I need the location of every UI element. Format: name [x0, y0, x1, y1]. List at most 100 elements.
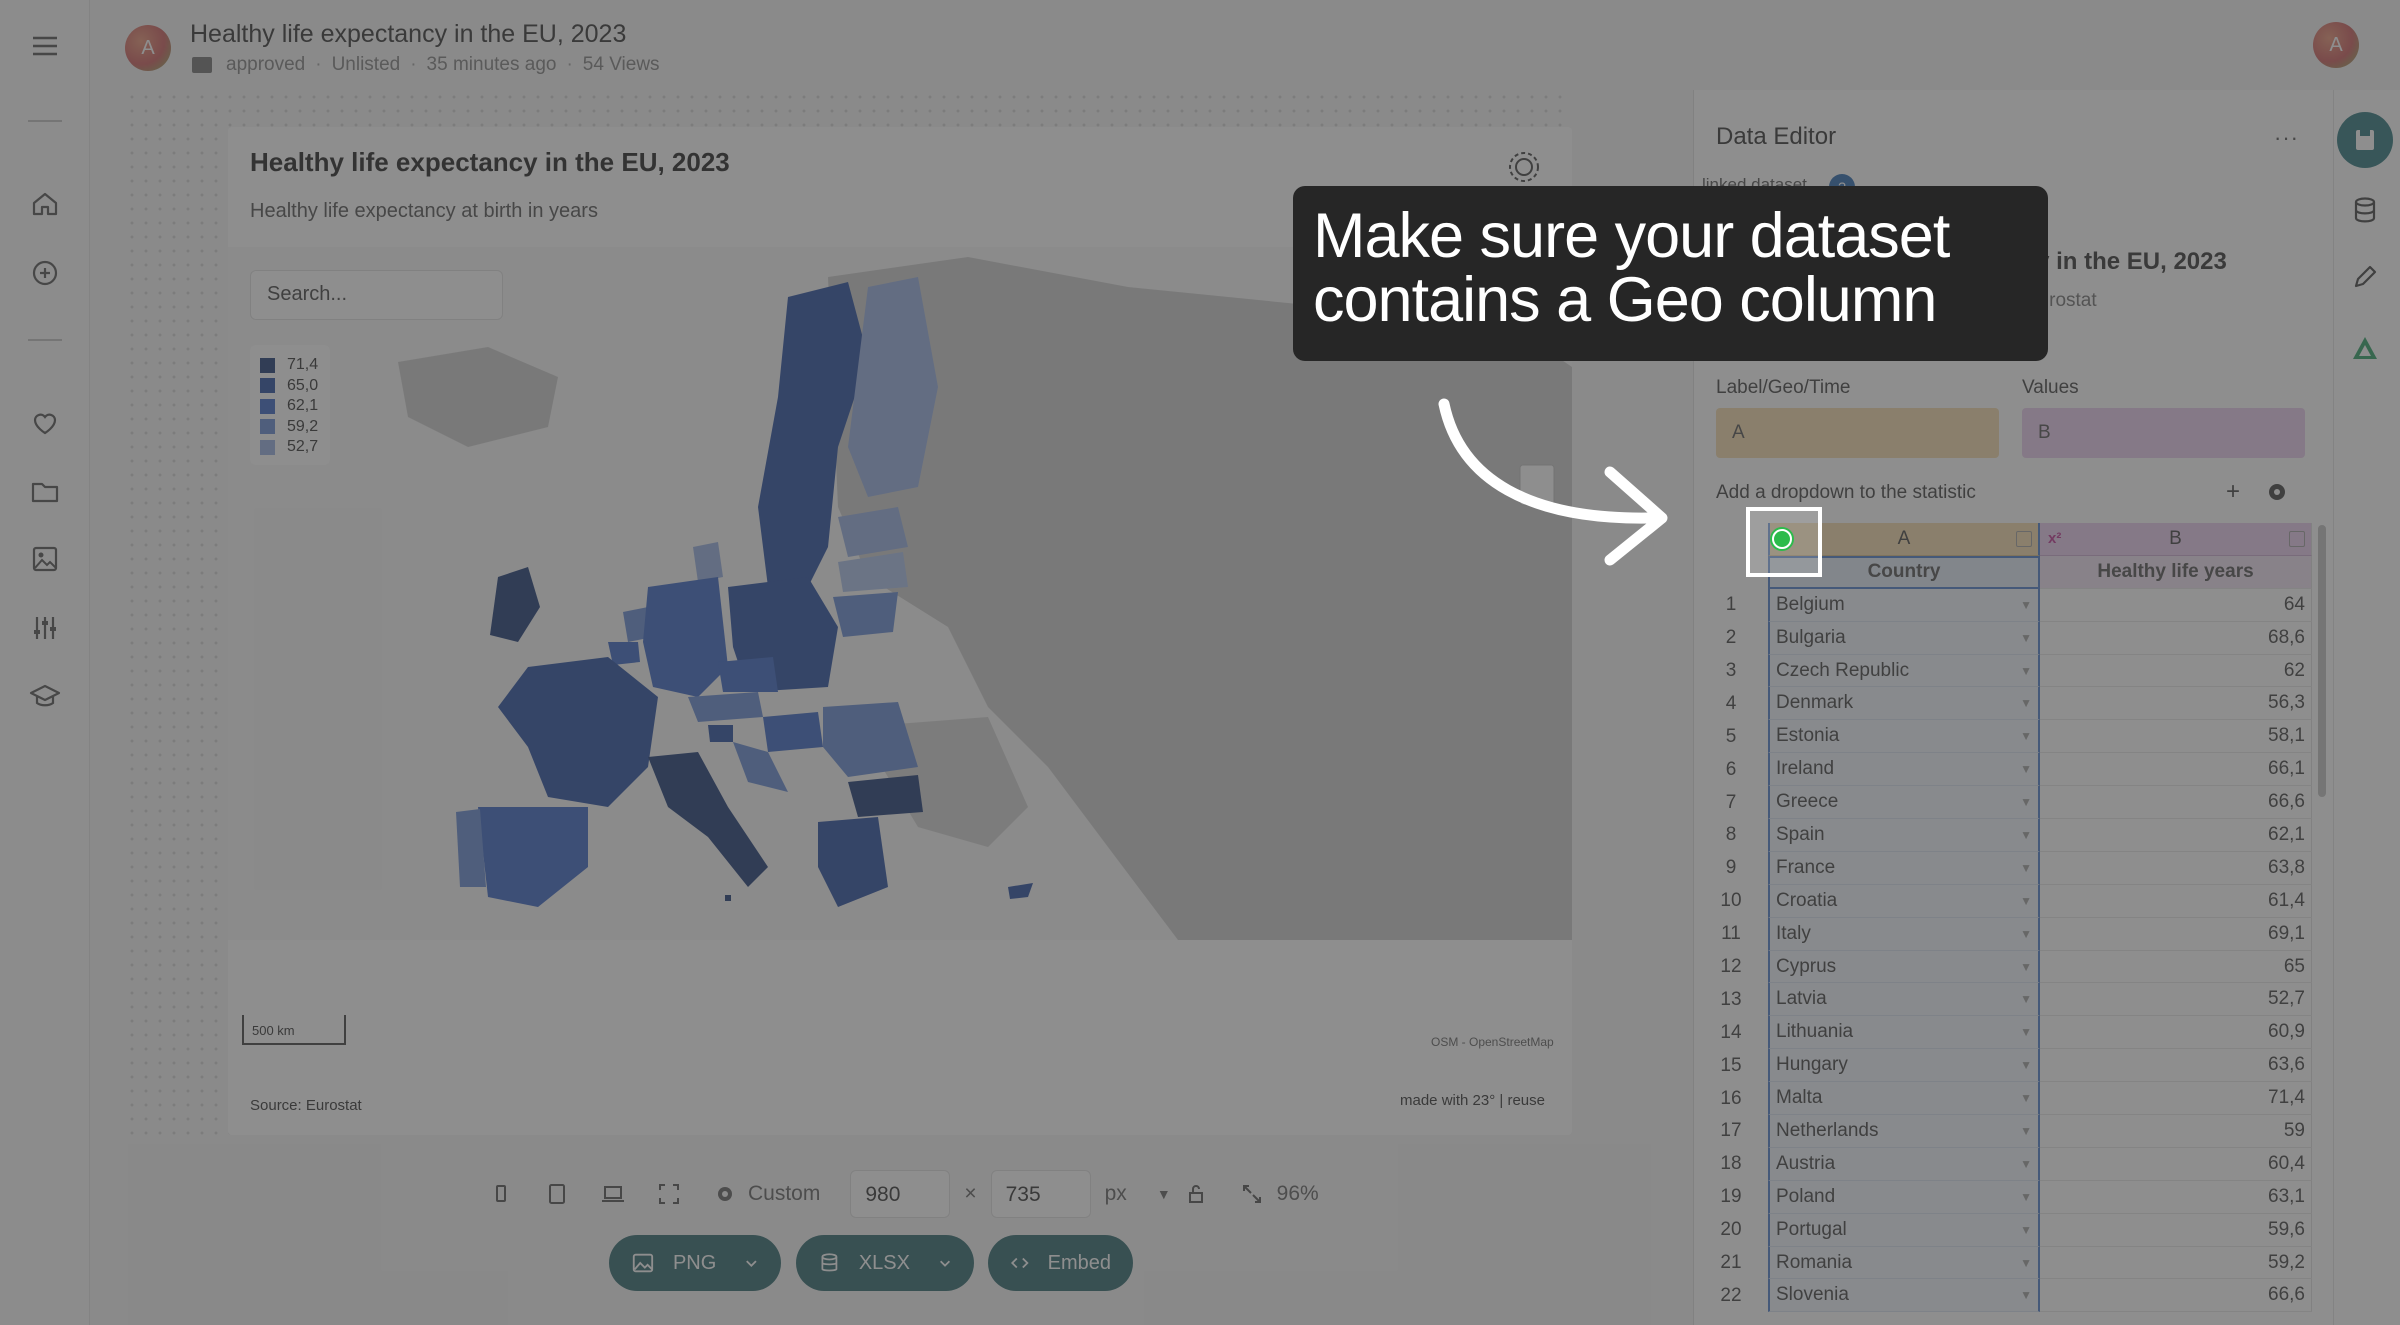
fullscreen-icon[interactable]	[656, 1181, 682, 1207]
chevron-down-icon[interactable]: ▼	[2020, 795, 2032, 809]
row-number[interactable]: 3	[1694, 660, 1768, 682]
value-cell[interactable]: 56,3	[2040, 687, 2312, 721]
country-cell[interactable]: Slovenia ▼	[1768, 1279, 2040, 1313]
row-number[interactable]: 14	[1694, 1022, 1768, 1044]
country-cell[interactable]: Malta ▼	[1768, 1082, 2040, 1116]
row-number[interactable]: 12	[1694, 956, 1768, 978]
embed-button[interactable]: Embed	[988, 1235, 1133, 1291]
size-preset-label[interactable]: Custom	[748, 1182, 820, 1206]
row-number[interactable]: 18	[1694, 1153, 1768, 1175]
data-grid[interactable]: A x² B Country Healthy life years 1 Belgiu…	[1694, 523, 2312, 1313]
zoom-icon[interactable]	[1239, 1181, 1265, 1207]
row-number[interactable]: 10	[1694, 890, 1768, 912]
country-cell[interactable]: Croatia ▼	[1768, 884, 2040, 918]
author-avatar[interactable]: A	[125, 25, 171, 71]
chevron-down-icon[interactable]	[744, 1255, 759, 1271]
unit-label[interactable]: px	[1105, 1182, 1127, 1206]
user-avatar[interactable]: A	[2313, 22, 2359, 68]
chevron-down-icon[interactable]: ▼	[2020, 828, 2032, 842]
triangle-icon[interactable]	[2350, 333, 2380, 363]
image-icon[interactable]	[27, 541, 63, 577]
row-number[interactable]: 8	[1694, 824, 1768, 846]
chevron-down-icon[interactable]: ▼	[2020, 1190, 2032, 1204]
tablet-icon[interactable]	[544, 1181, 570, 1207]
value-cell[interactable]: 61,4	[2040, 884, 2312, 918]
value-cell[interactable]: 59,2	[2040, 1246, 2312, 1280]
country-germany[interactable]	[643, 577, 728, 697]
country-czechia[interactable]	[718, 657, 778, 692]
row-number[interactable]: 6	[1694, 759, 1768, 781]
value-cell[interactable]: 69,1	[2040, 917, 2312, 951]
unit-dropdown-icon[interactable]: ▼	[1157, 1186, 1171, 1202]
row-number[interactable]: 2	[1694, 627, 1768, 649]
row-number[interactable]: 17	[1694, 1120, 1768, 1142]
more-options-button[interactable]: ···	[2274, 125, 2299, 151]
country-cell[interactable]: Spain ▼	[1768, 819, 2040, 852]
value-cell[interactable]: 66,6	[2040, 1279, 2312, 1313]
chevron-down-icon[interactable]: ▼	[2020, 894, 2032, 908]
value-cell[interactable]: 59,6	[2040, 1213, 2312, 1247]
country-hungary[interactable]	[763, 712, 823, 752]
editor-scrollbar[interactable]	[2318, 525, 2326, 797]
column-b-title-cell[interactable]: Healthy life years	[2040, 555, 2312, 589]
row-number[interactable]: 9	[1694, 857, 1768, 879]
made-with-link[interactable]: made with 23° | reuse	[1400, 1092, 1545, 1109]
country-spain[interactable]	[478, 807, 588, 907]
country-cell[interactable]: Cyprus ▼	[1768, 950, 2040, 984]
filter-icon[interactable]	[2016, 530, 2032, 547]
filter-icon[interactable]	[2289, 530, 2305, 547]
country-denmark[interactable]	[693, 542, 723, 582]
country-cell[interactable]: Poland ▼	[1768, 1180, 2040, 1214]
country-slovenia[interactable]	[708, 725, 733, 742]
row-number[interactable]: 22	[1694, 1285, 1768, 1307]
country-cell[interactable]: Ireland ▼	[1768, 753, 2040, 787]
document-title[interactable]: Healthy life expectancy in the EU, 2023	[190, 20, 626, 49]
column-b-header[interactable]: x² B	[2040, 523, 2312, 556]
row-number[interactable]: 20	[1694, 1219, 1768, 1241]
chevron-down-icon[interactable]: ▼	[2020, 992, 2032, 1006]
home-icon[interactable]	[27, 186, 63, 222]
country-cell[interactable]: Czech Republic ▼	[1768, 654, 2040, 688]
value-cell[interactable]: 60,9	[2040, 1016, 2312, 1050]
value-cell[interactable]: 52,7	[2040, 983, 2312, 1017]
value-cell[interactable]: 58,1	[2040, 720, 2312, 754]
chevron-down-icon[interactable]: ▼	[2020, 1157, 2032, 1171]
chevron-down-icon[interactable]: ▼	[2020, 729, 2032, 743]
chevron-down-icon[interactable]: ▼	[2020, 1256, 2032, 1270]
chevron-down-icon[interactable]: ▼	[2020, 664, 2032, 678]
mobile-icon[interactable]	[488, 1181, 514, 1207]
chevron-down-icon[interactable]: ▼	[2020, 696, 2032, 710]
chevron-down-icon[interactable]: ▼	[2020, 1091, 2032, 1105]
country-cyprus[interactable]	[1008, 883, 1033, 899]
heart-icon[interactable]	[27, 405, 63, 441]
png-export-button[interactable]: PNG	[609, 1235, 781, 1291]
country-ireland[interactable]	[490, 567, 540, 642]
value-cell[interactable]: 60,4	[2040, 1147, 2312, 1181]
country-cell[interactable]: Lithuania ▼	[1768, 1016, 2040, 1050]
database-icon[interactable]	[2350, 195, 2380, 225]
value-cell[interactable]: 71,4	[2040, 1082, 2312, 1116]
country-cell[interactable]: Hungary ▼	[1768, 1049, 2040, 1083]
save-button[interactable]	[2337, 112, 2393, 168]
country-greece[interactable]	[818, 817, 888, 907]
country-malta[interactable]	[725, 895, 731, 901]
country-lithuania[interactable]	[833, 592, 898, 637]
country-latvia[interactable]	[838, 552, 908, 592]
value-cell[interactable]: 66,1	[2040, 753, 2312, 787]
country-cell[interactable]: France ▼	[1768, 851, 2040, 885]
geo-column-highlight[interactable]	[1746, 507, 1822, 577]
country-cell[interactable]: Belgium ▼	[1768, 588, 2040, 622]
value-cell[interactable]: 62,1	[2040, 819, 2312, 852]
row-number[interactable]: 5	[1694, 726, 1768, 748]
row-number[interactable]: 1	[1694, 594, 1768, 616]
country-cell[interactable]: Austria ▼	[1768, 1147, 2040, 1181]
chevron-down-icon[interactable]: ▼	[2020, 598, 2032, 612]
value-cell[interactable]: 66,6	[2040, 786, 2312, 820]
folder-icon[interactable]	[27, 473, 63, 509]
laptop-icon[interactable]	[600, 1181, 626, 1207]
chevron-down-icon[interactable]: ▼	[2020, 1025, 2032, 1039]
value-cell[interactable]: 62	[2040, 654, 2312, 688]
row-number[interactable]: 16	[1694, 1088, 1768, 1110]
country-cell[interactable]: Romania ▼	[1768, 1246, 2040, 1280]
chevron-down-icon[interactable]: ▼	[2020, 927, 2032, 941]
